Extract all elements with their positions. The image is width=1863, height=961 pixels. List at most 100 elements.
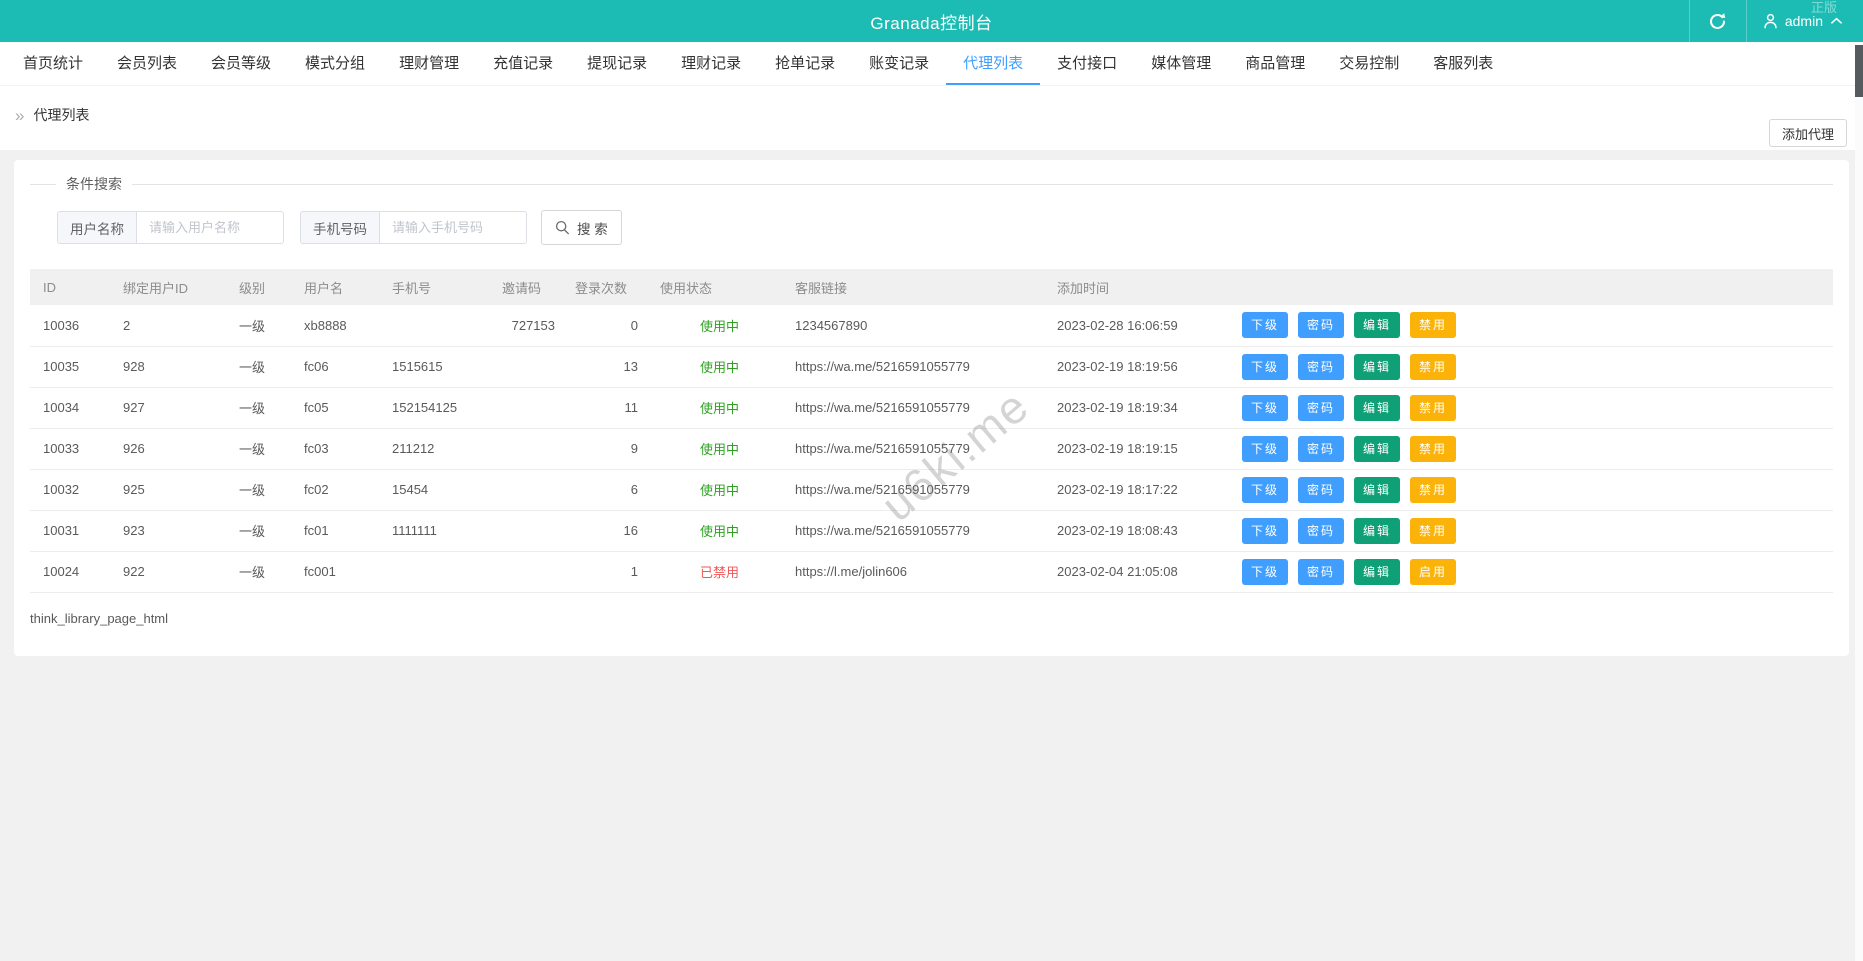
cell-bind-user-id: 923 [115,510,231,552]
cell-id: 10031 [30,510,115,552]
cell-phone: 1111111 [384,510,494,552]
status-badge: 使用中 [699,442,739,457]
cell-bind-user-id: 2 [115,305,231,347]
disable-button[interactable]: 禁用 [1410,312,1457,339]
cell-level: 一级 [231,510,296,552]
nav-tab-11[interactable]: 代理列表 [946,42,1041,85]
footer-note: think_library_page_html [30,610,169,626]
cell-added-time: 2023-02-19 18:19:56 [1049,346,1234,388]
enable-button[interactable]: 启用 [1410,558,1457,585]
sub-agents-button[interactable]: 下级 [1242,312,1289,339]
cell-status: 已禁用 [652,551,787,593]
user-icon [1763,13,1778,29]
status-badge: 使用中 [699,360,739,375]
nav-tab-9[interactable]: 抢单记录 [758,42,852,85]
edit-button[interactable]: 编辑 [1354,312,1401,339]
edit-button[interactable]: 编辑 [1354,394,1401,421]
cell-username: fc001 [296,551,384,593]
nav-tab-3[interactable]: 会员等级 [194,42,288,85]
table-row: 10024 922 一级 fc001 1 已禁用 https://l.me/jolin606… [30,551,1833,593]
nav-tab-16[interactable]: 客服列表 [1416,42,1510,85]
column-header-status: 使用状态 [652,269,787,305]
cell-bind-user-id: 927 [115,387,231,429]
password-button[interactable]: 密码 [1298,353,1345,380]
status-badge: 已禁用 [699,565,739,580]
disable-button[interactable]: 禁用 [1410,394,1457,421]
nav-tab-4[interactable]: 模式分组 [288,42,382,85]
password-button[interactable]: 密码 [1298,517,1345,544]
edit-button[interactable]: 编辑 [1354,353,1401,380]
cell-invite-code [494,510,567,552]
sub-agents-button[interactable]: 下级 [1242,435,1289,462]
scrollbar-track[interactable] [1855,42,1863,961]
nav-tab-2[interactable]: 会员列表 [100,42,194,85]
sub-agents-button[interactable]: 下级 [1242,517,1289,544]
cell-username: fc02 [296,469,384,511]
password-button[interactable]: 密码 [1298,312,1345,339]
cell-login-count: 9 [567,428,652,470]
disable-button[interactable]: 禁用 [1410,435,1457,462]
nav-tab-15[interactable]: 交易控制 [1322,42,1416,85]
cell-added-time: 2023-02-28 16:06:59 [1049,305,1234,347]
password-button[interactable]: 密码 [1298,476,1345,503]
sub-agents-button[interactable]: 下级 [1242,476,1289,503]
cell-invite-code [494,428,567,470]
cell-status: 使用中 [652,305,787,347]
cell-id: 10024 [30,551,115,593]
cell-level: 一级 [231,387,296,429]
column-header-added_time: 添加时间 [1049,269,1234,305]
cell-level: 一级 [231,346,296,388]
user-menu[interactable]: admin [1747,0,1853,42]
content-card: 条件搜索 用户名称 手机号码 搜 索 [14,160,1849,656]
refresh-button[interactable] [1690,0,1746,42]
phone-input[interactable] [379,211,527,244]
nav-tab-7[interactable]: 提现记录 [570,42,664,85]
nav-tab-1[interactable]: 首页统计 [6,42,100,85]
search-legend: 条件搜索 [66,176,122,192]
edit-button[interactable]: 编辑 [1354,476,1401,503]
column-header-service_link: 客服链接 [787,269,1049,305]
cell-actions: 下级 密码 编辑 禁用 [1234,510,1833,552]
sub-agents-button[interactable]: 下级 [1242,353,1289,380]
chevron-up-icon [1830,17,1843,25]
disable-button[interactable]: 禁用 [1410,517,1457,544]
refresh-icon [1708,12,1727,31]
password-button[interactable]: 密码 [1298,394,1345,421]
cell-actions: 下级 密码 编辑 禁用 [1234,428,1833,470]
cell-id: 10034 [30,387,115,429]
cell-username: xb8888 [296,305,384,347]
password-button[interactable]: 密码 [1298,558,1345,585]
cell-added-time: 2023-02-19 18:19:34 [1049,387,1234,429]
cell-added-time: 2023-02-19 18:08:43 [1049,510,1234,552]
column-header-level: 级别 [231,269,296,305]
nav-tab-6[interactable]: 充值记录 [476,42,570,85]
edit-button[interactable]: 编辑 [1354,517,1401,544]
cell-added-time: 2023-02-04 21:05:08 [1049,551,1234,593]
breadcrumb: » 代理列表 [15,105,89,125]
nav-tab-13[interactable]: 媒体管理 [1134,42,1228,85]
nav-tab-10[interactable]: 账变记录 [852,42,946,85]
cell-level: 一级 [231,551,296,593]
disable-button[interactable]: 禁用 [1410,353,1457,380]
nav-tab-12[interactable]: 支付接口 [1040,42,1134,85]
disable-button[interactable]: 禁用 [1410,476,1457,503]
search-button[interactable]: 搜 索 [541,210,622,245]
nav-tab-14[interactable]: 商品管理 [1228,42,1322,85]
password-button[interactable]: 密码 [1298,435,1345,462]
cell-login-count: 0 [567,305,652,347]
edit-button[interactable]: 编辑 [1354,435,1401,462]
add-agent-button[interactable]: 添加代理 [1768,119,1847,147]
username-input[interactable] [136,211,284,244]
sub-agents-button[interactable]: 下级 [1242,558,1289,585]
cell-username: fc06 [296,346,384,388]
phone-group: 手机号码 [300,211,527,244]
sub-agents-button[interactable]: 下级 [1242,394,1289,421]
nav-tab-5[interactable]: 理财管理 [382,42,476,85]
edit-button[interactable]: 编辑 [1354,558,1401,585]
scrollbar-thumb[interactable] [1855,45,1863,97]
breadcrumb-label: 代理列表 [33,107,90,123]
cell-bind-user-id: 926 [115,428,231,470]
main-content: 条件搜索 用户名称 手机号码 搜 索 [0,150,1863,656]
cell-invite-code [494,387,567,429]
nav-tab-8[interactable]: 理财记录 [664,42,758,85]
